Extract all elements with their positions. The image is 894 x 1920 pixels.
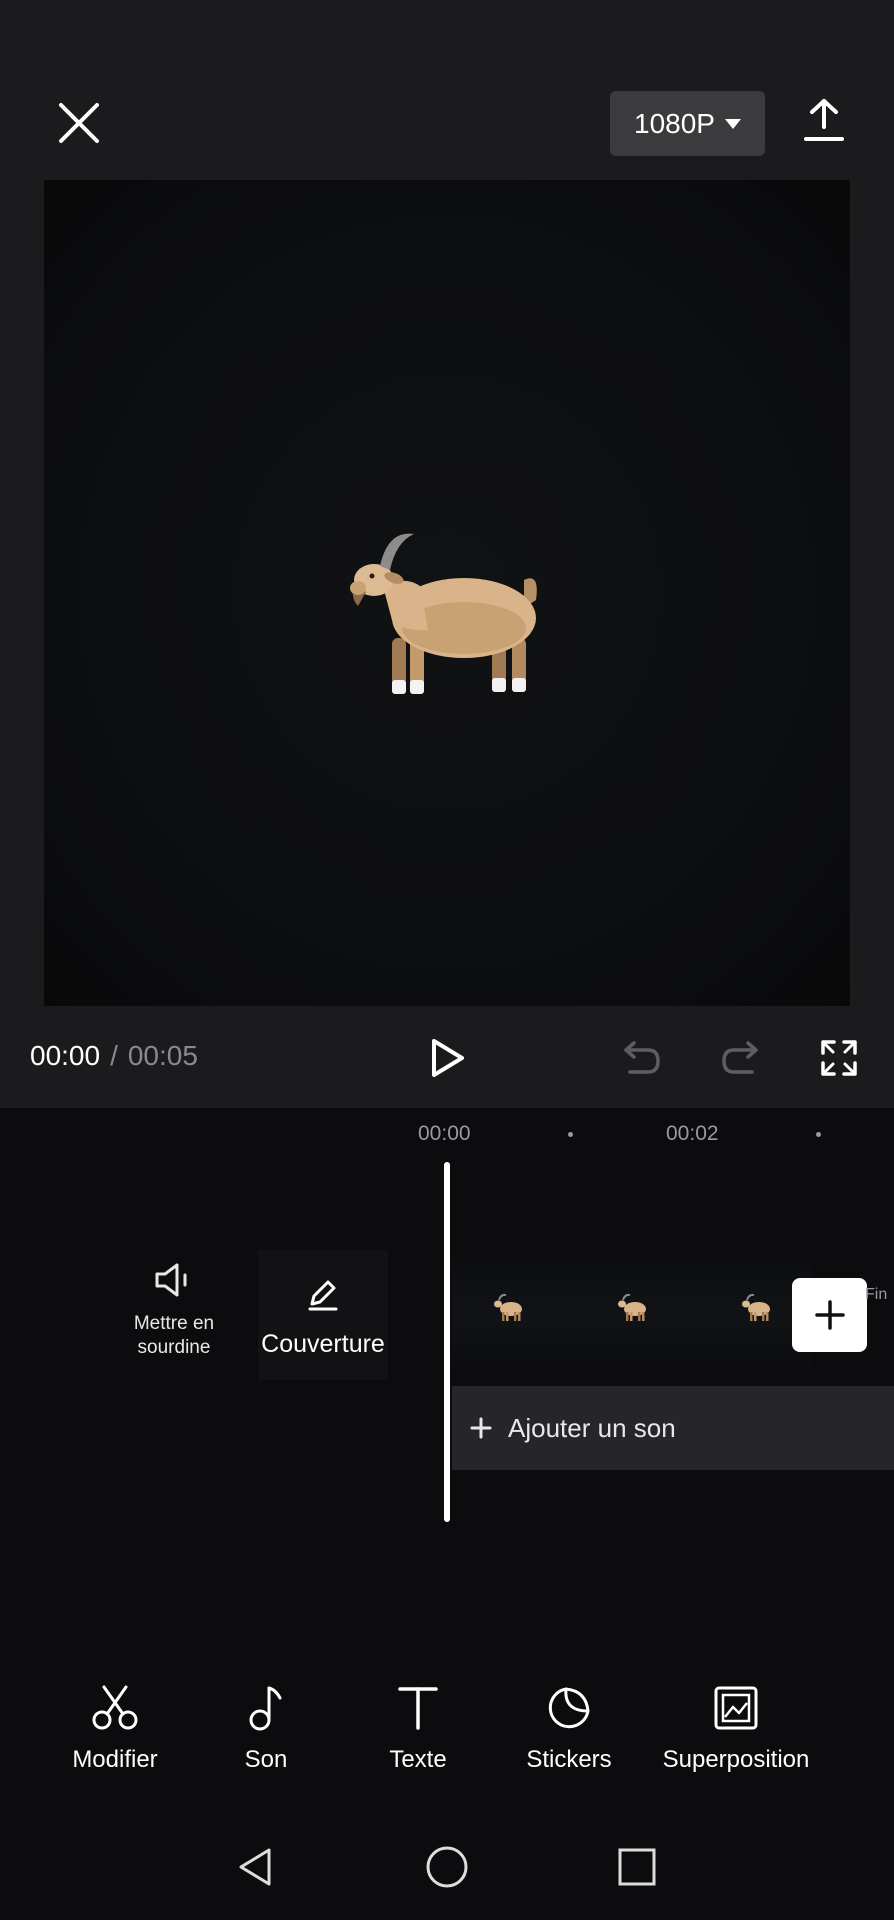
toolbar-texte[interactable]: Texte	[368, 1682, 468, 1774]
current-time: 00:00	[30, 1040, 101, 1071]
recents-square-icon	[618, 1848, 656, 1886]
redo-button[interactable]	[716, 1036, 764, 1080]
system-home-button[interactable]	[422, 1842, 472, 1892]
plus-icon	[814, 1300, 845, 1330]
redo-icon	[722, 1041, 758, 1074]
toolbar-label: Modifier	[72, 1746, 158, 1773]
cover-button[interactable]: Couverture	[258, 1250, 388, 1380]
fullscreen-button[interactable]	[814, 1036, 864, 1080]
toolbar-label: Stickers	[526, 1746, 612, 1773]
play-button[interactable]	[424, 1032, 472, 1084]
goat-thumbnail	[618, 1294, 646, 1321]
playhead[interactable]	[444, 1162, 450, 1522]
ruler-label: 00:02	[666, 1122, 719, 1145]
video-preview[interactable]	[44, 180, 850, 1006]
video-clip-track[interactable]	[452, 1250, 812, 1376]
resolution-label: 1080P	[634, 107, 715, 139]
caret-down-icon	[724, 118, 741, 129]
fullscreen-icon	[821, 1040, 857, 1076]
toolbar-modifier[interactable]: Modifier	[60, 1682, 170, 1774]
play-icon	[432, 1039, 464, 1077]
add-audio-button[interactable]: Ajouter un son	[452, 1386, 894, 1470]
add-audio-label: Ajouter un son	[508, 1412, 676, 1443]
sticker-icon	[548, 1687, 590, 1729]
system-back-button[interactable]	[230, 1842, 280, 1892]
speaker-icon	[155, 1263, 187, 1297]
music-note-icon	[249, 1686, 282, 1731]
toolbar-son[interactable]: Son	[216, 1682, 316, 1774]
text-icon	[398, 1687, 438, 1730]
overlay-icon	[714, 1686, 758, 1730]
plus-icon	[470, 1417, 492, 1439]
close-icon	[59, 103, 99, 143]
system-recents-button[interactable]	[612, 1842, 662, 1892]
ruler-dot	[568, 1132, 573, 1137]
close-button[interactable]	[52, 96, 106, 150]
undo-icon	[624, 1041, 660, 1074]
undo-button[interactable]	[618, 1036, 666, 1080]
toolbar-label: Texte	[389, 1746, 447, 1773]
time-display: 00:00 / 00:05	[30, 1040, 198, 1072]
home-circle-icon	[426, 1846, 468, 1888]
total-time: 00:05	[127, 1040, 198, 1071]
export-upload-icon	[804, 99, 844, 141]
video-editor-screen: 1080P 00:00 / 00:05 00:00 00:02 Mettre e…	[0, 0, 894, 1920]
toolbar-label: Son	[244, 1746, 288, 1773]
mute-button[interactable]: Mettre en sourdine	[118, 1262, 230, 1360]
add-clip-button[interactable]	[792, 1278, 867, 1352]
export-button[interactable]	[798, 92, 850, 148]
cover-label: Couverture	[261, 1330, 385, 1358]
goat-emoji	[350, 533, 537, 694]
ruler-dot	[816, 1132, 821, 1137]
toolbar-stickers[interactable]: Stickers	[514, 1682, 624, 1774]
mute-label: Mettre en sourdine	[133, 1313, 215, 1358]
toolbar-superposition[interactable]: Superposition	[650, 1682, 822, 1774]
back-triangle-icon	[239, 1848, 271, 1886]
time-separator: /	[110, 1040, 118, 1071]
toolbar-label: Superposition	[662, 1746, 810, 1773]
scissors-icon	[92, 1685, 138, 1730]
ruler-label: 00:00	[418, 1122, 471, 1145]
goat-thumbnail	[742, 1294, 770, 1321]
edit-pencil-icon	[308, 1280, 338, 1311]
goat-thumbnail	[494, 1294, 522, 1321]
end-label: Fin	[865, 1286, 888, 1303]
resolution-dropdown[interactable]: 1080P	[610, 91, 765, 156]
